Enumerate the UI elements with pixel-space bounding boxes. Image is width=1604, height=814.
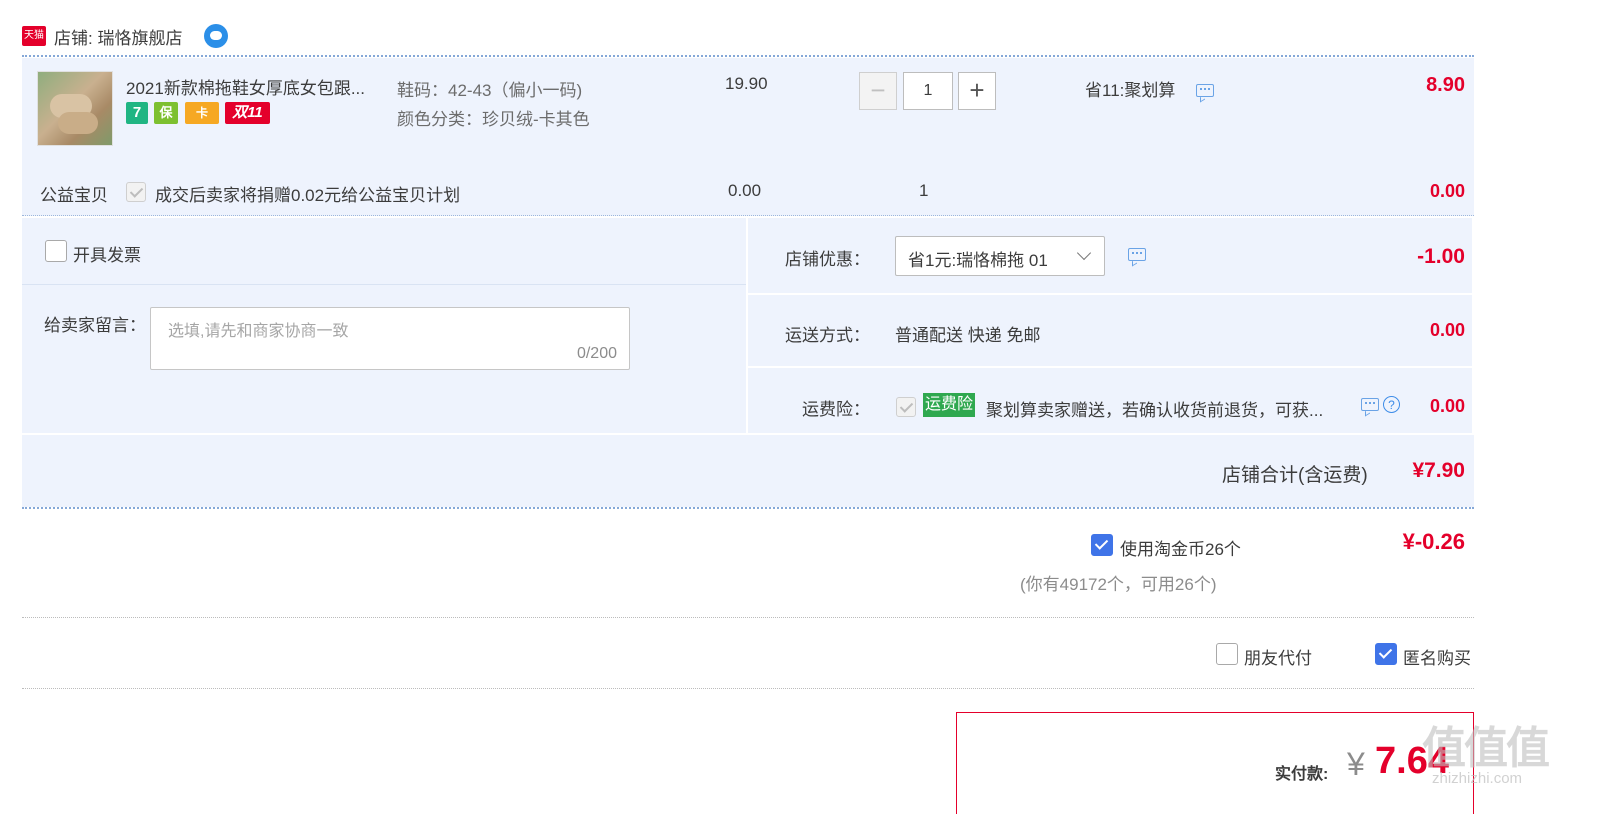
item-unit-price: 19.90 [725,74,768,93]
item-sku-size: 鞋码：42-43（偏小一码) [397,81,583,100]
message-label: 给卖家留言： [44,316,146,335]
item-divider [22,215,1474,216]
promo-comment-icon[interactable] [1196,84,1214,97]
insurance-comment-icon[interactable] [1361,398,1379,411]
insurance-text: 聚划算卖家赠送，若确认收货前退货，可获... [986,401,1324,420]
charity-quantity: 1 [919,181,929,200]
item-title-link[interactable]: 2021新款棉拖鞋女厚底女包跟... [126,74,386,99]
item-thumbnail[interactable] [37,71,113,146]
message-char-counter: 0/200 [576,345,617,362]
shop-total-amount: ¥7.90 [1412,459,1465,482]
site-watermark: 值值值 zhizhizhi.com [1422,724,1550,787]
charity-price: 0.00 [728,181,762,200]
coins-note: (你有49172个，可用26个) [1020,575,1217,594]
payment-label: 实付款: [1275,766,1329,783]
anonymous-label[interactable]: 匿名购买 [1403,644,1471,669]
badge-card-payment: 卡 [185,102,219,124]
coins-divider [22,617,1474,618]
friend-pay-label[interactable]: 朋友代付 [1244,644,1312,669]
charity-text: 成交后卖家将捐赠0.02元给公益宝贝计划 [155,186,461,205]
shipping-label: 运送方式： [785,326,870,345]
charity-subtotal: 0.00 [1429,181,1465,201]
tmall-badge: 天猫 [22,26,46,46]
friend-pay-checkbox[interactable] [1216,643,1238,665]
invoice-checkbox[interactable] [45,240,67,262]
insurance-tag: 运费险 [923,393,976,417]
shop-divider [22,55,1474,57]
options-divider [22,688,1474,689]
badge-7-day-return: 7 [126,102,148,124]
shop-header: 天猫 店铺: 瑞恪旗舰店 [22,22,282,50]
message-placeholder: 选填,请先和商家协商一致 [168,323,349,340]
shop-discount-label: 店铺优惠： [785,250,870,269]
shop-discount-select[interactable]: 省1元:瑞恪棉拖 01 [895,236,1105,276]
discount-comment-icon[interactable] [1128,248,1146,261]
shop-total-divider [22,507,1474,509]
insurance-amount: 0.00 [1429,396,1465,416]
item-sku-color: 颜色分类：珍贝绒-卡其色 [397,110,590,129]
payment-summary-box: 实付款: ¥ 7.64 [956,712,1474,814]
quantity-increase-button[interactable]: + [958,72,996,110]
charity-checkbox [126,182,146,202]
coins-checkbox[interactable] [1091,534,1113,556]
chevron-down-icon [1076,245,1092,261]
item-promo-text: 省11:聚划算 [1085,81,1176,100]
coins-amount: ¥-0.26 [1402,529,1465,554]
shop-total-label: 店铺合计(含运费) [1222,465,1368,486]
item-subtotal: 8.90 [1426,74,1465,96]
badge-guarantee: 保 [154,102,178,124]
shipping-amount: 0.00 [1429,320,1465,340]
insurance-label: 运费险： [802,400,870,419]
coins-label[interactable]: 使用淘金币26个 [1120,535,1241,560]
quantity-input[interactable]: 1 [903,72,953,110]
charity-label: 公益宝贝 [40,186,108,205]
wangwang-chat-icon[interactable] [204,24,228,48]
shop-discount-selected: 省1元:瑞恪棉拖 01 [908,251,1048,270]
payment-currency: ¥ [1347,746,1365,782]
badge-double-11: 双11 [225,102,270,124]
anonymous-checkbox[interactable] [1375,643,1397,665]
quantity-decrease-button[interactable]: − [859,72,897,110]
invoice-label[interactable]: 开具发票 [73,241,141,266]
shipping-value: 普通配送 快递 免邮 [895,326,1041,345]
shop-name-link[interactable]: 店铺: 瑞恪旗舰店 [54,24,182,49]
message-textarea[interactable]: 选填,请先和商家协商一致 0/200 [150,307,630,370]
insurance-checkbox [896,397,916,417]
shop-discount-amount: -1.00 [1417,245,1465,268]
